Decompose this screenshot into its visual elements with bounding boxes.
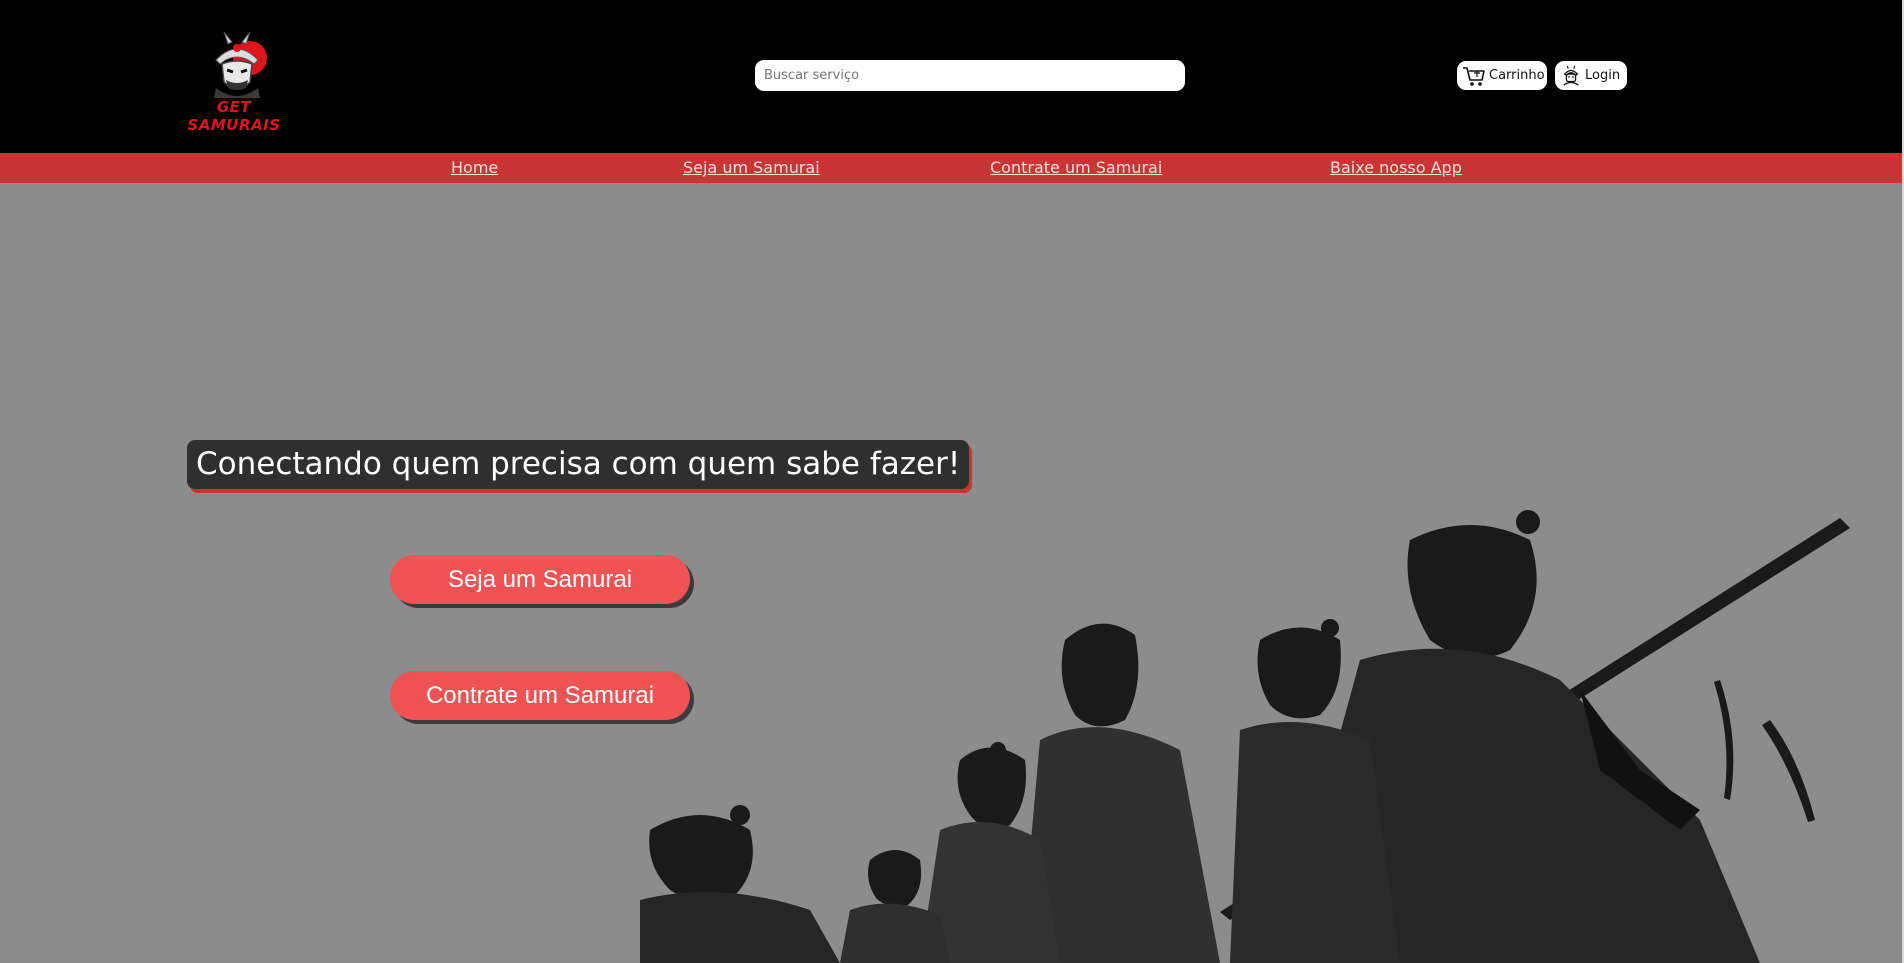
login-label: Login: [1585, 68, 1621, 83]
contrate-samurai-button[interactable]: Contrate um Samurai: [390, 671, 690, 720]
cart-label: Carrinho: [1489, 68, 1545, 83]
seja-samurai-button[interactable]: Seja um Samurai: [390, 555, 690, 604]
cart-icon: [1462, 65, 1486, 87]
samurai-logo-icon: [214, 31, 267, 98]
nav-item-baixe-app[interactable]: Baixe nosso App: [1330, 158, 1462, 177]
hero-tagline: Conectando quem precisa com quem sabe fa…: [187, 440, 970, 489]
main-nav: Home Seja um Samurai Contrate um Samurai…: [0, 153, 1904, 183]
search-input[interactable]: [755, 60, 1185, 91]
user-icon: [1560, 65, 1582, 87]
logo-text: GET SAMURAIS: [187, 98, 281, 134]
site-header: GET SAMURAIS Carrinho Login: [0, 0, 1904, 153]
nav-item-seja-samurai[interactable]: Seja um Samurai: [683, 158, 820, 177]
samurai-illustration: [640, 510, 1850, 963]
cart-button[interactable]: Carrinho: [1457, 61, 1547, 90]
login-button[interactable]: Login: [1555, 61, 1627, 90]
nav-item-contrate-samurai[interactable]: Contrate um Samurai: [990, 158, 1162, 177]
logo[interactable]: GET SAMURAIS: [176, 26, 292, 134]
nav-item-home[interactable]: Home: [451, 158, 498, 177]
